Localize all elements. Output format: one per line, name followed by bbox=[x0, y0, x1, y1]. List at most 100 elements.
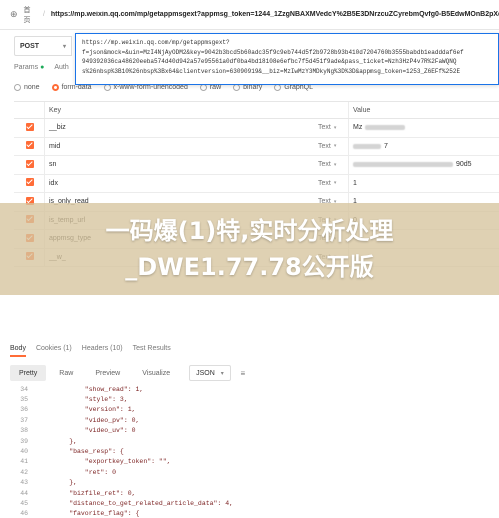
type-label: Text bbox=[318, 161, 331, 169]
radio-graphql[interactable]: GraphQL bbox=[274, 84, 313, 91]
code-text: }, bbox=[38, 437, 78, 445]
wrap-lines-icon[interactable]: ≡ bbox=[235, 365, 251, 381]
table-row: __biz Text ▾ Mz bbox=[14, 119, 499, 138]
view-raw-button[interactable]: Raw bbox=[50, 365, 82, 381]
key-cell[interactable]: mid bbox=[44, 137, 318, 155]
key-column-header: Key bbox=[44, 102, 318, 118]
breadcrumb-request-url[interactable]: https://mp.weixin.qq.com/mp/getappmsgext… bbox=[51, 11, 499, 18]
line-number: 44 bbox=[20, 489, 28, 497]
redacted-value bbox=[353, 162, 453, 168]
value-column-header: Value bbox=[348, 102, 499, 118]
response-tabs: Body Cookies (1) Headers (10) Test Resul… bbox=[10, 345, 171, 357]
code-text: "distance_to_get_related_article_data": … bbox=[38, 499, 234, 507]
view-preview-button[interactable]: Preview bbox=[86, 365, 129, 381]
view-pretty-button[interactable]: Pretty bbox=[10, 365, 47, 381]
value-cell[interactable]: 1 bbox=[348, 174, 499, 192]
url-line: https://mp.weixin.qq.com/mp/getappmsgext… bbox=[82, 39, 230, 46]
radio-label: raw bbox=[209, 84, 222, 91]
radio-circle-icon bbox=[199, 84, 207, 91]
chevron-down-icon: ▾ bbox=[333, 180, 337, 187]
key-cell[interactable]: idx bbox=[44, 174, 318, 192]
value-cell[interactable]: 90d5 bbox=[348, 156, 499, 174]
radio-circle-icon bbox=[274, 84, 282, 91]
code-text: "style": 3, bbox=[38, 396, 128, 404]
table-row: sn Text ▾ 90d5 bbox=[14, 156, 499, 175]
overlay-title: 一码爆(1)特,实时分析处理_DWE1.77.78公开版 bbox=[105, 217, 394, 281]
radio-urlencoded[interactable]: x-www-form-urlencoded bbox=[103, 84, 188, 91]
overlay-banner: 一码爆(1)特,实时分析处理_DWE1.77.78公开版 bbox=[0, 203, 499, 295]
line-number: 46 bbox=[20, 510, 28, 518]
line-number: 37 bbox=[20, 416, 28, 424]
url-input-expanded[interactable]: https://mp.weixin.qq.com/mp/getappmsgext… bbox=[75, 33, 499, 85]
key-cell[interactable]: sn bbox=[44, 156, 318, 174]
line-number: 45 bbox=[20, 499, 28, 507]
radio-circle-icon bbox=[103, 84, 111, 91]
type-select[interactable]: Text▾ bbox=[318, 156, 348, 174]
code-line: 46 "favorite_flag": { bbox=[10, 509, 499, 518]
checkbox[interactable] bbox=[26, 122, 34, 131]
checkbox[interactable] bbox=[26, 178, 34, 187]
type-label: Text bbox=[318, 124, 331, 132]
code-line: 44 "bizfile_ret": 0, bbox=[10, 488, 499, 498]
chevron-down-icon: ▾ bbox=[62, 43, 66, 50]
code-text: "show_read": 1, bbox=[38, 385, 144, 393]
tab-headers[interactable]: Headers (10) bbox=[82, 345, 123, 357]
code-text: "base_resp": { bbox=[38, 448, 124, 456]
value-cell[interactable]: 7 bbox=[348, 137, 499, 155]
breadcrumb-home[interactable]: 首页 bbox=[24, 5, 37, 25]
view-visualize-button[interactable]: Visualize bbox=[133, 365, 179, 381]
code-line: 35 "style": 3, bbox=[10, 394, 499, 404]
type-select[interactable]: Text▾ bbox=[318, 175, 348, 193]
http-icon: ⊕ bbox=[10, 9, 18, 19]
method-select[interactable]: POST ▾ bbox=[14, 36, 72, 56]
request-tabs: Params ● Auth bbox=[14, 64, 69, 74]
breadcrumb-bar: ⊕ 首页 / https://mp.weixin.qq.com/mp/getap… bbox=[0, 0, 499, 30]
code-text: "video_uv": 0 bbox=[38, 427, 136, 435]
checkbox[interactable] bbox=[26, 159, 34, 168]
value-cell[interactable]: Mz bbox=[348, 119, 499, 137]
url-line: s%26nbsp%3B10%26nbsp%3Bx64&clientversion… bbox=[82, 67, 461, 75]
code-line: 40 "base_resp": { bbox=[10, 446, 499, 456]
code-line: 42 "ret": 0 bbox=[10, 467, 499, 477]
url-line: 949392036ca48620eeba574d40d942a57e95561a… bbox=[82, 58, 457, 65]
tab-test-results[interactable]: Test Results bbox=[133, 345, 171, 357]
type-select[interactable]: Text▾ bbox=[318, 119, 348, 137]
breadcrumb-separator: / bbox=[42, 11, 45, 18]
radio-form-data[interactable]: form-data bbox=[51, 84, 92, 91]
radio-label: form-data bbox=[61, 84, 92, 91]
response-code-view: 34 "show_read": 1, 35 "style": 3, 36 "ve… bbox=[10, 384, 499, 518]
value-text: 90d5 bbox=[456, 161, 472, 169]
checkbox[interactable] bbox=[26, 141, 34, 150]
code-line: 38 "video_uv": 0 bbox=[10, 426, 499, 436]
radio-label: none bbox=[24, 84, 40, 91]
line-number: 42 bbox=[20, 468, 28, 476]
chevron-down-icon: ▾ bbox=[333, 161, 337, 168]
table-header: Key Value bbox=[14, 102, 499, 119]
code-line: 41 "exportkey_token": "", bbox=[10, 457, 499, 467]
body-type-options: none form-data x-www-form-urlencoded raw… bbox=[14, 84, 313, 91]
key-cell[interactable]: __biz bbox=[44, 119, 318, 137]
radio-selected-icon bbox=[51, 84, 59, 91]
line-number: 41 bbox=[20, 458, 28, 466]
format-select[interactable]: JSON ▾ bbox=[189, 365, 231, 381]
code-line: 36 "version": 1, bbox=[10, 405, 499, 415]
type-label: Text bbox=[318, 142, 331, 150]
radio-binary[interactable]: binary bbox=[233, 84, 262, 91]
tab-params[interactable]: Params ● bbox=[14, 64, 44, 74]
code-line: 43 }, bbox=[10, 478, 499, 488]
code-text: "ret": 0 bbox=[38, 468, 117, 476]
code-text: "bizfile_ret": 0, bbox=[38, 489, 136, 497]
line-number: 43 bbox=[20, 479, 28, 487]
code-text: "video_pv": 0, bbox=[38, 416, 140, 424]
line-number: 35 bbox=[20, 396, 28, 404]
radio-label: binary bbox=[243, 84, 263, 91]
active-dot-icon: ● bbox=[40, 64, 45, 71]
value-text: 7 bbox=[384, 142, 388, 150]
type-select[interactable]: Text▾ bbox=[318, 138, 348, 156]
radio-raw[interactable]: raw bbox=[199, 84, 222, 91]
tab-auth[interactable]: Auth bbox=[54, 64, 68, 74]
tab-cookies[interactable]: Cookies (1) bbox=[36, 345, 72, 357]
tab-body[interactable]: Body bbox=[10, 345, 26, 357]
radio-none[interactable]: none bbox=[14, 84, 40, 91]
chevron-down-icon: ▾ bbox=[333, 143, 337, 150]
